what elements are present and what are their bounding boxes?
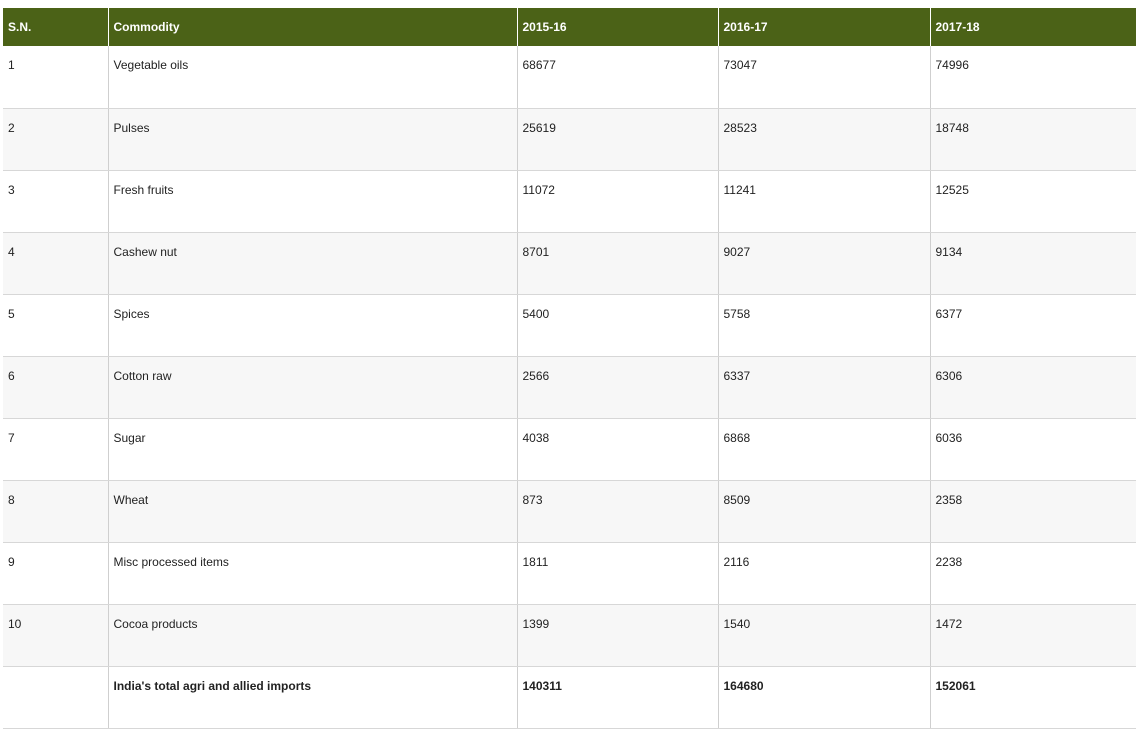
header-sn: S.N.: [3, 8, 108, 46]
table-body: 1 Vegetable oils 68677 73047 74996 2 Pul…: [3, 46, 1136, 729]
table-row: 9 Misc processed items 1811 2116 2238: [3, 542, 1136, 605]
cell-2016-17: 6337: [717, 356, 930, 419]
cell-2017-18: 6377: [929, 294, 1136, 357]
table-row: 10 Cocoa products 1399 1540 1472: [3, 604, 1136, 667]
total-2017-18: 152061: [929, 666, 1136, 729]
cell-2017-18: 6036: [929, 418, 1136, 481]
cell-sn: 7: [3, 418, 108, 481]
table-row: 2 Pulses 25619 28523 18748: [3, 108, 1136, 171]
cell-2017-18: 2358: [929, 480, 1136, 543]
table-row: 5 Spices 5400 5758 6377: [3, 294, 1136, 357]
header-year-2017-18: 2017-18: [929, 8, 1136, 46]
cell-sn: 3: [3, 170, 108, 233]
cell-2016-17: 8509: [717, 480, 930, 543]
cell-commodity: Spices: [107, 294, 517, 357]
header-commodity: Commodity: [107, 8, 517, 46]
cell-2016-17: 6868: [717, 418, 930, 481]
table-header: S.N. Commodity 2015-16 2016-17 2017-18: [3, 8, 1136, 46]
cell-2017-18: 18748: [929, 108, 1136, 171]
cell-2017-18: 6306: [929, 356, 1136, 419]
total-label: India's total agri and allied imports: [107, 666, 517, 729]
cell-sn: 2: [3, 108, 108, 171]
cell-sn: 6: [3, 356, 108, 419]
agri-imports-table: S.N. Commodity 2015-16 2016-17 2017-18 1…: [3, 8, 1136, 729]
cell-2017-18: 9134: [929, 232, 1136, 295]
imports-table-container: S.N. Commodity 2015-16 2016-17 2017-18 1…: [3, 8, 1136, 729]
table-row: 3 Fresh fruits 11072 11241 12525: [3, 170, 1136, 233]
cell-2016-17: 1540: [717, 604, 930, 667]
cell-2017-18: 12525: [929, 170, 1136, 233]
header-year-2016-17: 2016-17: [717, 8, 930, 46]
cell-commodity: Misc processed items: [107, 542, 517, 605]
cell-2015-16: 8701: [516, 232, 718, 295]
cell-2016-17: 9027: [717, 232, 930, 295]
cell-2016-17: 5758: [717, 294, 930, 357]
cell-2015-16: 68677: [516, 46, 718, 109]
cell-2015-16: 2566: [516, 356, 718, 419]
cell-commodity: Wheat: [107, 480, 517, 543]
cell-2015-16: 1811: [516, 542, 718, 605]
cell-commodity: Fresh fruits: [107, 170, 517, 233]
total-2015-16: 140311: [516, 666, 718, 729]
cell-commodity: Sugar: [107, 418, 517, 481]
cell-2015-16: 11072: [516, 170, 718, 233]
cell-commodity: Cocoa products: [107, 604, 517, 667]
total-row: India's total agri and allied imports 14…: [3, 666, 1136, 729]
cell-commodity: Cashew nut: [107, 232, 517, 295]
cell-2015-16: 5400: [516, 294, 718, 357]
cell-sn: 10: [3, 604, 108, 667]
cell-2016-17: 2116: [717, 542, 930, 605]
cell-commodity: Cotton raw: [107, 356, 517, 419]
cell-2015-16: 1399: [516, 604, 718, 667]
total-2016-17: 164680: [717, 666, 930, 729]
table-row: 8 Wheat 873 8509 2358: [3, 480, 1136, 543]
header-year-2015-16: 2015-16: [516, 8, 718, 46]
cell-commodity: Vegetable oils: [107, 46, 517, 109]
cell-2017-18: 1472: [929, 604, 1136, 667]
table-row: 1 Vegetable oils 68677 73047 74996: [3, 46, 1136, 109]
cell-2016-17: 11241: [717, 170, 930, 233]
table-row: 6 Cotton raw 2566 6337 6306: [3, 356, 1136, 419]
total-cell-sn: [3, 666, 108, 729]
cell-sn: 4: [3, 232, 108, 295]
cell-sn: 5: [3, 294, 108, 357]
cell-2015-16: 873: [516, 480, 718, 543]
cell-2016-17: 73047: [717, 46, 930, 109]
cell-sn: 1: [3, 46, 108, 109]
cell-2015-16: 25619: [516, 108, 718, 171]
cell-2017-18: 2238: [929, 542, 1136, 605]
cell-2017-18: 74996: [929, 46, 1136, 109]
table-row: 4 Cashew nut 8701 9027 9134: [3, 232, 1136, 295]
cell-2015-16: 4038: [516, 418, 718, 481]
cell-2016-17: 28523: [717, 108, 930, 171]
table-row: 7 Sugar 4038 6868 6036: [3, 418, 1136, 481]
cell-sn: 8: [3, 480, 108, 543]
cell-commodity: Pulses: [107, 108, 517, 171]
header-row: S.N. Commodity 2015-16 2016-17 2017-18: [3, 8, 1136, 46]
cell-sn: 9: [3, 542, 108, 605]
